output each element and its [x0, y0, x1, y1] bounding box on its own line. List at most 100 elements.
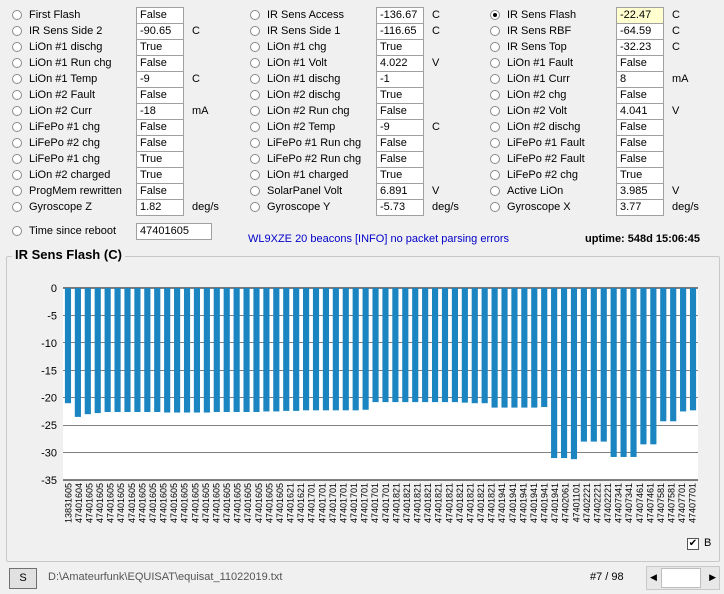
param-row[interactable]: IR Sens Access -136.67 C	[250, 7, 472, 24]
param-row[interactable]: Active LiOn 3.985 V	[490, 183, 712, 200]
param-row[interactable]: SolarPanel Volt 6.891 V	[250, 183, 472, 200]
param-row[interactable]: LiOn #2 charged True	[12, 167, 232, 184]
param-value: 3.985	[616, 183, 664, 200]
radio-button[interactable]	[250, 90, 260, 100]
radio-button[interactable]	[250, 26, 260, 36]
radio-button[interactable]	[490, 122, 500, 132]
record-scrollbar[interactable]: ◀ ▶	[646, 566, 720, 590]
param-value: True	[136, 39, 184, 56]
param-value: False	[136, 55, 184, 72]
x-tick-label: 47407461	[635, 483, 645, 523]
param-row[interactable]: LiFePo #2 Run chg False	[250, 151, 472, 168]
radio-button[interactable]	[250, 122, 260, 132]
param-row[interactable]: LiOn #2 Temp -9 C	[250, 119, 472, 136]
param-row[interactable]: LiOn #1 Curr 8 mA	[490, 71, 712, 88]
param-row[interactable]: IR Sens Top -32.23 C	[490, 39, 712, 56]
radio-button[interactable]	[12, 122, 22, 132]
radio-button[interactable]	[12, 42, 22, 52]
radio-button[interactable]	[250, 10, 260, 20]
checkbox-label: B	[704, 537, 712, 549]
radio-button[interactable]	[490, 58, 500, 68]
b-checkbox[interactable]: ✔	[687, 538, 699, 550]
param-row[interactable]: IR Sens Flash -22.47 C	[490, 7, 712, 24]
param-label: LiOn #1 Curr	[507, 73, 570, 85]
param-row[interactable]: LiOn #2 dischg False	[490, 119, 712, 136]
radio-button[interactable]	[12, 106, 22, 116]
s-button[interactable]: S	[9, 568, 37, 589]
param-row[interactable]: LiFePo #1 chg True	[12, 151, 232, 168]
bar	[660, 288, 667, 422]
param-row[interactable]: LiFePo #2 chg False	[12, 135, 232, 152]
radio-button[interactable]	[490, 138, 500, 148]
radio-button[interactable]	[250, 154, 260, 164]
param-row[interactable]: IR Sens Side 1 -116.65 C	[250, 23, 472, 40]
radio-button[interactable]	[490, 106, 500, 116]
param-row[interactable]: LiOn #1 Run chg False	[12, 55, 232, 72]
radio-button[interactable]	[490, 170, 500, 180]
param-row[interactable]: First Flash False	[12, 7, 232, 24]
radio-button[interactable]	[250, 106, 260, 116]
param-row[interactable]: LiOn #2 Curr -18 mA	[12, 103, 232, 120]
param-row[interactable]: LiFePo #1 chg False	[12, 119, 232, 136]
radio-button[interactable]	[12, 186, 22, 196]
radio-button[interactable]	[12, 170, 22, 180]
scroll-left-arrow-icon[interactable]: ◀	[650, 572, 657, 583]
param-row[interactable]: Gyroscope X 3.77 deg/s	[490, 199, 712, 216]
y-tick-label: -25	[41, 420, 57, 432]
radio-button[interactable]	[12, 138, 22, 148]
param-row[interactable]: LiOn #2 Fault False	[12, 87, 232, 104]
param-row[interactable]: LiOn #2 Run chg False	[250, 103, 472, 120]
scroll-right-arrow-icon[interactable]: ▶	[709, 572, 716, 583]
radio-button[interactable]	[250, 186, 260, 196]
param-row[interactable]: LiOn #2 chg False	[490, 87, 712, 104]
radio-button[interactable]	[250, 138, 260, 148]
param-row[interactable]: LiOn #2 dischg True	[250, 87, 472, 104]
param-row[interactable]: Gyroscope Y -5.73 deg/s	[250, 199, 472, 216]
radio-button[interactable]	[12, 202, 22, 212]
radio-button[interactable]	[12, 26, 22, 36]
param-row[interactable]: LiFePo #1 Run chg False	[250, 135, 472, 152]
time-since-reboot-row[interactable]: Time since reboot 47401605	[12, 223, 212, 240]
param-row[interactable]: LiFePo #2 Fault False	[490, 151, 712, 168]
radio-button[interactable]	[12, 58, 22, 68]
param-value: -116.65	[376, 23, 424, 40]
radio-button[interactable]	[250, 202, 260, 212]
radio-button[interactable]	[12, 226, 22, 236]
radio-button[interactable]	[490, 202, 500, 212]
radio-button[interactable]	[490, 26, 500, 36]
radio-button[interactable]	[250, 170, 260, 180]
radio-button[interactable]	[12, 10, 22, 20]
param-row[interactable]: LiOn #1 Volt 4.022 V	[250, 55, 472, 72]
param-row[interactable]: Gyroscope Z 1.82 deg/s	[12, 199, 232, 216]
radio-button[interactable]	[490, 10, 500, 20]
radio-button[interactable]	[490, 74, 500, 84]
radio-button[interactable]	[490, 42, 500, 52]
radio-button[interactable]	[12, 74, 22, 84]
x-tick-label: 47401605	[169, 483, 179, 523]
param-row[interactable]: ProgMem rewritten False	[12, 183, 232, 200]
param-row[interactable]: IR Sens RBF -64.59 C	[490, 23, 712, 40]
param-row[interactable]: LiOn #1 Temp -9 C	[12, 71, 232, 88]
bar	[422, 288, 429, 403]
radio-button[interactable]	[250, 74, 260, 84]
param-value: -32.23	[616, 39, 664, 56]
param-row[interactable]: IR Sens Side 2 -90.65 C	[12, 23, 232, 40]
bar	[630, 288, 637, 457]
radio-button[interactable]	[250, 42, 260, 52]
param-row[interactable]: LiOn #1 dischg True	[12, 39, 232, 56]
param-row[interactable]: LiFePo #1 Fault False	[490, 135, 712, 152]
param-label: LiFePo #2 chg	[29, 137, 100, 149]
radio-button[interactable]	[490, 154, 500, 164]
scroll-thumb[interactable]	[661, 568, 701, 588]
radio-button[interactable]	[490, 90, 500, 100]
param-row[interactable]: LiOn #1 Fault False	[490, 55, 712, 72]
param-row[interactable]: LiOn #1 dischg -1	[250, 71, 472, 88]
param-row[interactable]: LiOn #1 chg True	[250, 39, 472, 56]
param-row[interactable]: LiFePo #2 chg True	[490, 167, 712, 184]
radio-button[interactable]	[12, 90, 22, 100]
radio-button[interactable]	[250, 58, 260, 68]
radio-button[interactable]	[12, 154, 22, 164]
param-row[interactable]: LiOn #2 Volt 4.041 V	[490, 103, 712, 120]
param-row[interactable]: LiOn #1 charged True	[250, 167, 472, 184]
radio-button[interactable]	[490, 186, 500, 196]
